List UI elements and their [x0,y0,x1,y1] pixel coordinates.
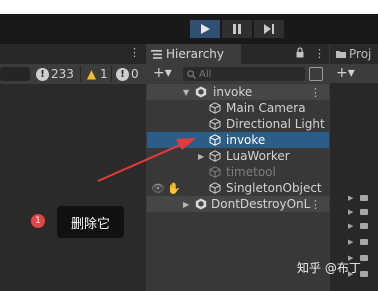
item-label: Main Camera [226,101,306,115]
error-count-toggle[interactable]: ! 0 [116,66,139,82]
hierarchy-panel: Hierarchy ⋮ +▾ All ▼ invoke ⋮ Main Camer… [147,44,329,291]
hierarchy-item[interactable]: ▶ LuaWorker [147,148,329,164]
info-count: 233 [51,67,74,81]
search-placeholder: All [199,68,212,80]
gameobject-cube-icon [209,134,221,146]
tab-project[interactable]: Proj [330,44,378,64]
folder-icon [336,51,346,58]
console-tabbar: ⋮ [0,44,146,64]
hierarchy-item-disabled[interactable]: timetool [147,164,329,180]
step-icon [263,24,274,34]
hierarchy-item-selected[interactable]: invoke [147,132,329,148]
dontdestroy-scene-row[interactable]: ▶ DontDestroyOnL ⋮ [147,196,329,212]
tab-project-label: Proj [349,47,372,61]
item-label: SingletonObject [226,181,322,195]
info-count-toggle[interactable]: ! 233 [36,66,74,82]
scene-row[interactable]: ▼ invoke ⋮ [147,84,329,100]
tab-hierarchy[interactable]: Hierarchy [147,44,241,64]
gameobject-cube-icon [209,150,221,162]
unity-scene-icon [195,198,207,210]
tab-hierarchy-label: Hierarchy [166,47,225,61]
hierarchy-item[interactable]: Directional Light [147,116,329,132]
pause-icon [233,24,241,34]
info-icon: ! [36,67,49,81]
watermark: 知乎 @布丁 [297,261,361,275]
hierarchy-item[interactable]: 👁 ✋ SingletonObject [147,180,329,196]
pickable-hand-icon[interactable]: ✋ [167,182,181,195]
console-toolbar: ! 233 ▲ 1 ! 0 [0,64,146,84]
divider [111,66,112,82]
scene-name: invoke [213,85,253,99]
expand-arrow-icon[interactable]: ▶ [348,222,353,230]
gameobject-cube-icon [209,166,221,178]
warning-count: 1 [100,67,108,81]
create-asset-button[interactable]: +▾ [336,65,355,81]
top-strip [0,0,378,14]
expand-arrow-icon[interactable]: ▶ [198,152,204,161]
item-label: invoke [226,133,266,147]
divider [80,66,81,82]
expand-arrow-icon[interactable]: ▼ [183,88,189,97]
warning-icon: ▲ [86,67,97,81]
folder-icon [360,209,368,215]
project-toolbar: +▾ [330,64,378,83]
item-label: Directional Light [226,117,325,131]
hierarchy-list-icon [151,49,162,59]
expand-arrow-icon[interactable]: ▶ [183,200,189,209]
hierarchy-item[interactable]: Main Camera [147,100,329,116]
unity-scene-icon [195,86,207,98]
error-count: 0 [131,67,139,81]
gameobject-cube-icon [209,118,221,130]
item-label: timetool [226,165,276,179]
console-panel: ⋮ ! 233 ▲ 1 ! 0 [0,44,146,291]
folder-icon [360,223,368,229]
hierarchy-tree: ▼ invoke ⋮ Main Camera Directional Light… [147,84,329,212]
add-object-button[interactable]: +▾ [153,65,172,81]
scene-menu-button[interactable]: ⋮ [310,86,321,99]
expand-arrow-icon[interactable]: ▶ [348,208,353,216]
expand-arrow-icon[interactable]: ▶ [348,238,353,246]
play-button[interactable] [190,20,220,38]
folder-icon [360,271,368,277]
search-by-type-button[interactable] [309,67,323,81]
error-icon: ! [116,67,129,81]
play-controls [190,20,284,38]
folder-icon [360,239,368,245]
hierarchy-menu-button[interactable]: ⋮ [314,47,325,60]
expand-arrow-icon[interactable]: ▶ [348,194,353,202]
hierarchy-tab-actions: ⋮ [296,47,325,60]
hierarchy-tabbar: Hierarchy ⋮ [147,44,329,64]
search-icon [187,69,196,79]
item-label: LuaWorker [226,149,290,163]
hierarchy-search-input[interactable]: All [183,67,305,81]
hierarchy-toolbar: +▾ All [147,64,329,83]
step-button[interactable] [254,20,284,38]
warning-count-toggle[interactable]: ▲ 1 [85,66,108,82]
pause-button[interactable] [222,20,252,38]
scene-name: DontDestroyOnL [211,197,311,211]
gameobject-cube-icon [209,102,221,114]
folder-icon [360,255,368,261]
folder-icon [360,195,368,201]
visibility-eye-icon[interactable]: 👁 [151,182,165,195]
gameobject-cube-icon [209,182,221,194]
play-icon [201,24,210,34]
annotation-label: 删除它 [57,206,124,238]
project-panel: Proj +▾ ▶ ▶ ▶ ▶ ▶ ▶ [330,44,378,291]
lock-icon[interactable] [296,47,304,58]
main-toolbar [0,14,378,44]
step-badge: 1 [31,214,45,228]
console-search-input[interactable] [0,67,30,81]
scene-menu-button[interactable]: ⋮ [310,198,321,211]
console-menu-button[interactable]: ⋮ [129,46,140,59]
